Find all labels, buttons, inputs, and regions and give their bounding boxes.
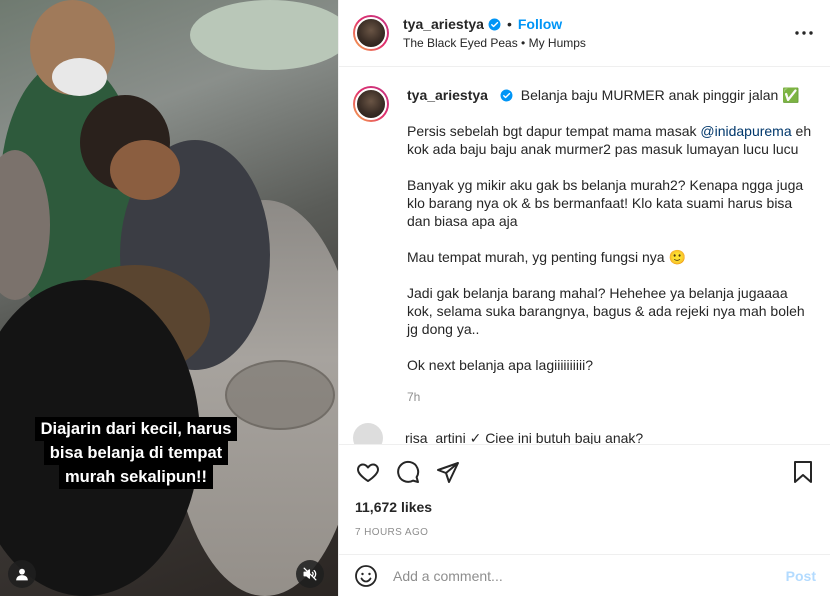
muted-speaker-icon[interactable] xyxy=(296,560,324,588)
likes-count[interactable]: 11,672 likes xyxy=(355,499,816,515)
username-link[interactable]: tya_ariestya xyxy=(403,16,484,32)
comment-row: risa_artini ✓ Ciee ini butuh baju anak? xyxy=(353,423,816,445)
avatar[interactable] xyxy=(353,86,389,122)
instagram-post-modal: Diajarin dari kecil, harus bisa belanja … xyxy=(0,0,830,596)
avatar[interactable] xyxy=(353,423,383,444)
follow-button[interactable]: Follow xyxy=(518,16,562,32)
more-options-icon[interactable] xyxy=(792,21,816,45)
post-side-panel: tya_ariestya • Follow The Black Eyed Pea… xyxy=(338,0,830,596)
person-icon[interactable] xyxy=(8,560,36,588)
video-caption-line: bisa belanja di tempat xyxy=(43,441,229,465)
avatar[interactable] xyxy=(353,15,389,51)
caption-text: tya_ariestya Belanja baju MURMER anak pi… xyxy=(407,86,816,406)
mention-link[interactable]: @inidapurema xyxy=(700,123,791,139)
comment-text: risa_artini ✓ Ciee ini butuh baju anak? xyxy=(405,429,644,445)
post-header: tya_ariestya • Follow The Black Eyed Pea… xyxy=(339,0,830,67)
video-background xyxy=(190,0,338,70)
comment-input[interactable] xyxy=(393,567,786,584)
video-child-face xyxy=(110,140,180,200)
video-face-mask xyxy=(52,58,107,96)
heart-icon[interactable] xyxy=(355,459,381,485)
caption-age[interactable]: 7h xyxy=(407,388,816,406)
post-video[interactable]: Diajarin dari kecil, harus bisa belanja … xyxy=(0,0,338,596)
caption-row: tya_ariestya Belanja baju MURMER anak pi… xyxy=(353,86,816,406)
verified-badge-icon xyxy=(500,89,513,102)
post-actions: 11,672 likes 7 HOURS AGO xyxy=(339,444,830,554)
comment-bar: Post xyxy=(339,554,830,596)
caption-p5: Ok next belanja apa lagiiiiiiiiii? xyxy=(407,357,593,373)
caption-p4: Jadi gak belanja barang mahal? Hehehee y… xyxy=(407,285,805,337)
separator-dot: • xyxy=(506,16,512,32)
share-icon[interactable] xyxy=(435,459,461,485)
caption-p1: Persis sebelah bgt dapur tempat mama mas… xyxy=(407,123,701,139)
comments-area[interactable]: tya_ariestya Belanja baju MURMER anak pi… xyxy=(339,68,830,444)
emoji-icon[interactable] xyxy=(353,563,379,589)
post-timestamp[interactable]: 7 HOURS AGO xyxy=(355,527,816,538)
verified-badge-icon xyxy=(488,18,501,31)
video-caption-overlay: Diajarin dari kecil, harus bisa belanja … xyxy=(24,417,248,489)
comment-icon[interactable] xyxy=(395,459,421,485)
video-caption-line: murah sekalipun!! xyxy=(58,465,214,489)
audio-link[interactable]: The Black Eyed Peas • My Humps xyxy=(403,36,792,50)
post-comment-button[interactable]: Post xyxy=(786,568,816,584)
caption-username[interactable]: tya_ariestya xyxy=(407,87,488,103)
video-caption-line: Diajarin dari kecil, harus xyxy=(34,417,238,441)
caption-title: Belanja baju MURMER anak pinggir jalan ✅ xyxy=(520,87,800,103)
caption-p2: Banyak yg mikir aku gak bs belanja murah… xyxy=(407,177,804,229)
bookmark-icon[interactable] xyxy=(790,459,816,485)
caption-p3: Mau tempat murah, yg penting fungsi nya … xyxy=(407,249,686,265)
